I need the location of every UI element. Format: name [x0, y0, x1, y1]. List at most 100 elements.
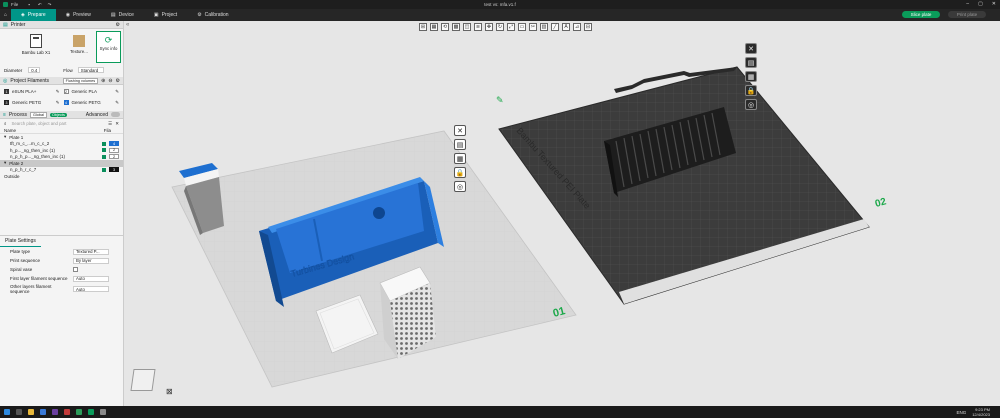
print-sequence-select[interactable]: By layer [73, 257, 109, 264]
app-icon[interactable] [64, 409, 70, 415]
arrange-plate-icon[interactable]: ▤ [454, 139, 466, 150]
search-icon: ⌕ [4, 121, 7, 126]
slice-plate-button[interactable]: Slice plate [902, 11, 940, 18]
printer-section-header[interactable]: ▤ Printer ⚙ [0, 21, 123, 29]
advanced-toggle[interactable] [111, 112, 120, 117]
filaments-section-header[interactable]: ◎ Project Filaments Flushing volumes ⊕ ⊖… [0, 77, 123, 85]
title-bar: File ▪ ↶ ↷ test vs: mfa.v1.f – ▢ ✕ [0, 0, 1000, 9]
settings-icon[interactable]: ⚙ [116, 22, 120, 28]
tab-calibration[interactable]: ⚙ Calibration [187, 9, 238, 21]
nozzle-row: Diameter 0.4 Flow Standard [0, 65, 123, 75]
filament-item[interactable]: 1 eSUN PLA+ ✎ [4, 88, 60, 95]
objects-button[interactable]: Objects [49, 112, 67, 117]
zoom-fit-icon[interactable]: ⊠ [166, 387, 173, 396]
view-cube[interactable] [130, 369, 156, 391]
plate-settings-icon[interactable]: ◎ [454, 181, 466, 192]
visible-checkbox[interactable] [102, 148, 106, 153]
search-input[interactable]: Search plate, object and part [10, 121, 106, 127]
lock-plate-icon[interactable]: 🔒 [745, 85, 757, 96]
lock-plate-icon[interactable]: 🔒 [454, 167, 466, 178]
other-layers-seq-row: Other layers filament sequence Auto [0, 283, 123, 295]
list-view-icon[interactable]: ☰ [108, 121, 112, 127]
plate-type-select[interactable]: Textured P... [73, 248, 109, 255]
visible-checkbox[interactable] [102, 141, 106, 146]
printer-name: Bambu Lab X1 [21, 50, 51, 55]
plate-settings-icon[interactable]: ◎ [745, 99, 757, 110]
bambu-studio-taskbar-icon[interactable] [88, 409, 94, 415]
plate-2[interactable] [498, 66, 870, 305]
filament-edit-icon[interactable]: ✎ [115, 89, 119, 95]
filament-selector[interactable]: 2 [109, 154, 119, 160]
first-layer-seq-select[interactable]: Auto [73, 275, 109, 282]
filament-selector[interactable]: 2 [109, 147, 119, 153]
flushing-volumes-button[interactable]: Flushing volumes [62, 77, 99, 84]
other-layers-seq-select[interactable]: Auto [73, 286, 109, 292]
close-search-icon[interactable]: ✕ [115, 121, 119, 127]
tree-row[interactable]: Outside [0, 173, 123, 180]
diameter-field[interactable]: 0.4 [28, 67, 41, 73]
os-taskbar: ENG 9:23 PM 12/4/2023 [0, 406, 1000, 418]
first-layer-seq-row: First layer filament sequence Auto [0, 274, 123, 283]
plate-settings-panel: Plate Settings Plate type Textured P... P… [0, 235, 123, 295]
cube-icon: ◈ [21, 12, 25, 18]
global-button[interactable]: Global [29, 111, 47, 118]
undo-icon[interactable]: ↶ [38, 2, 42, 8]
orient-plate-icon[interactable]: ▦ [745, 71, 757, 82]
filament-edit-icon[interactable]: ✎ [56, 100, 60, 106]
filament-item[interactable]: 4 Generic PETG ✎ [63, 99, 119, 106]
tab-project[interactable]: ▣ Project [144, 9, 187, 21]
plate-2-edit-icon[interactable]: ✎ [496, 96, 504, 106]
windows-start-icon[interactable] [4, 409, 10, 415]
eye-icon: ◉ [65, 12, 71, 18]
sync-info-button[interactable]: ⟳ Sync info [96, 31, 121, 63]
arrange-plate-icon[interactable]: ▤ [745, 57, 757, 68]
printer-preset[interactable]: Bambu Lab X1 [16, 31, 56, 61]
calibration-icon: ⚙ [197, 12, 202, 18]
minimize-icon[interactable]: – [966, 1, 969, 7]
app-icon[interactable] [52, 409, 58, 415]
orient-plate-icon[interactable]: ▦ [454, 153, 466, 164]
redo-icon[interactable]: ↷ [48, 2, 52, 8]
delete-plate-icon[interactable]: ✕ [454, 125, 466, 136]
filament-item[interactable]: 3 Generic PETG ✎ [4, 99, 60, 106]
spiral-vase-checkbox[interactable] [73, 267, 78, 272]
app-icon[interactable] [76, 409, 82, 415]
object-list: ▾ Plate 1 tft_m_c_...m_c_c_2 4 h_p..._ng_t… [0, 134, 123, 180]
home-button[interactable]: ⌂ [0, 9, 11, 21]
file-menu[interactable]: File [11, 2, 18, 7]
tab-preview[interactable]: ◉ Preview [56, 9, 101, 21]
visible-checkbox[interactable] [102, 167, 106, 172]
browser-icon[interactable] [40, 409, 46, 415]
app-logo-icon[interactable] [3, 2, 8, 7]
delete-plate-icon[interactable]: ✕ [745, 43, 757, 54]
filament-edit-icon[interactable]: ✎ [56, 89, 60, 95]
process-section-header[interactable]: ≡ Process Global Objects Advanced [0, 111, 123, 119]
filament-selector[interactable]: 3 [109, 167, 119, 173]
remove-filament-icon[interactable]: ⊖ [108, 78, 112, 84]
save-icon[interactable]: ▪ [28, 2, 30, 7]
left-sidebar: ▤ Printer ⚙ Bambu Lab X1 Texture... ⟳ Sy… [0, 21, 124, 406]
close-icon[interactable]: ✕ [992, 1, 996, 7]
taskbar-clock[interactable]: 9:23 PM 12/4/2023 [972, 407, 990, 417]
filament-edit-icon[interactable]: ✎ [115, 100, 119, 106]
flow-field[interactable]: Standard [77, 67, 104, 73]
filament-selector[interactable]: 4 [109, 141, 119, 147]
explorer-icon[interactable] [28, 409, 34, 415]
spiral-vase-row: Spiral vase [0, 265, 123, 274]
filament-item[interactable]: 2 Generic PLA ✎ [63, 88, 119, 95]
plate-preset[interactable]: Texture... [66, 31, 92, 61]
search-icon[interactable] [16, 409, 22, 415]
add-filament-icon[interactable]: ⊕ [101, 78, 105, 84]
print-plate-button[interactable]: Print plate [948, 11, 986, 18]
visible-checkbox[interactable] [102, 154, 106, 159]
app-icon[interactable] [100, 409, 106, 415]
tab-prepare[interactable]: ◈ Prepare [11, 9, 56, 21]
3d-viewport[interactable]: « ⊞ ▦ ⟲ ▩ ◫ ≋ ✥ ↻ ⤢ ▭ ✂ ▥ ╱ A ⊿ ⊟ 01 02 … [124, 21, 1000, 406]
taskbar-language[interactable]: ENG [956, 410, 966, 415]
printer-panel: Bambu Lab X1 Texture... ⟳ Sync info [0, 29, 123, 65]
tab-device[interactable]: ▤ Device [101, 9, 144, 21]
filament-icon: ◎ [3, 77, 8, 84]
maximize-icon[interactable]: ▢ [978, 1, 983, 7]
scene-canvas: 01 02 Bambu Textured PEI Plate Turbines … [171, 66, 888, 388]
filament-settings-icon[interactable]: ⚙ [116, 78, 120, 84]
